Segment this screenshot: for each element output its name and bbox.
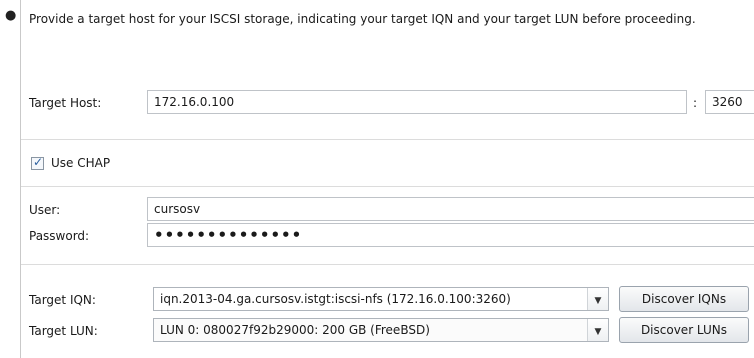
use-chap-label: Use CHAP xyxy=(51,156,111,170)
target-host-label: Target Host: xyxy=(29,96,102,110)
divider xyxy=(21,186,754,187)
target-lun-select[interactable]: LUN 0: 080027f92b29000: 200 GB (FreeBSD)… xyxy=(153,318,609,342)
target-port-input[interactable]: 3260 xyxy=(705,90,754,114)
user-label: User: xyxy=(29,203,61,217)
target-iqn-value: iqn.2013-04.ga.cursosv.istgt:iscsi-nfs (… xyxy=(160,292,511,306)
user-input[interactable]: cursosv xyxy=(147,197,754,221)
discover-iqns-button[interactable]: Discover IQNs xyxy=(619,286,749,312)
target-iqn-label: Target IQN: xyxy=(29,293,96,307)
target-host-input[interactable]: 172.16.0.100 xyxy=(147,90,687,114)
target-lun-value: LUN 0: 080027f92b29000: 200 GB (FreeBSD) xyxy=(160,323,430,337)
port-separator: : xyxy=(693,96,698,110)
password-label: Password: xyxy=(29,229,90,243)
iscsi-storage-panel: Provide a target host for your ISCSI sto… xyxy=(20,0,754,358)
target-lun-label: Target LUN: xyxy=(29,324,98,338)
divider xyxy=(21,264,754,265)
discover-luns-button[interactable]: Discover LUNs xyxy=(619,317,749,343)
bullet-icon: ● xyxy=(5,8,17,23)
intro-text: Provide a target host for your ISCSI sto… xyxy=(29,12,696,26)
use-chap-checkbox[interactable]: ✓ xyxy=(31,155,44,170)
divider xyxy=(21,139,754,140)
password-input[interactable]: •••••••••••••• xyxy=(147,223,754,247)
chevron-down-icon[interactable]: ▼ xyxy=(587,319,608,341)
target-iqn-select[interactable]: iqn.2013-04.ga.cursosv.istgt:iscsi-nfs (… xyxy=(153,287,609,311)
chevron-down-icon[interactable]: ▼ xyxy=(587,288,608,310)
checkmark-icon: ✓ xyxy=(33,155,44,169)
